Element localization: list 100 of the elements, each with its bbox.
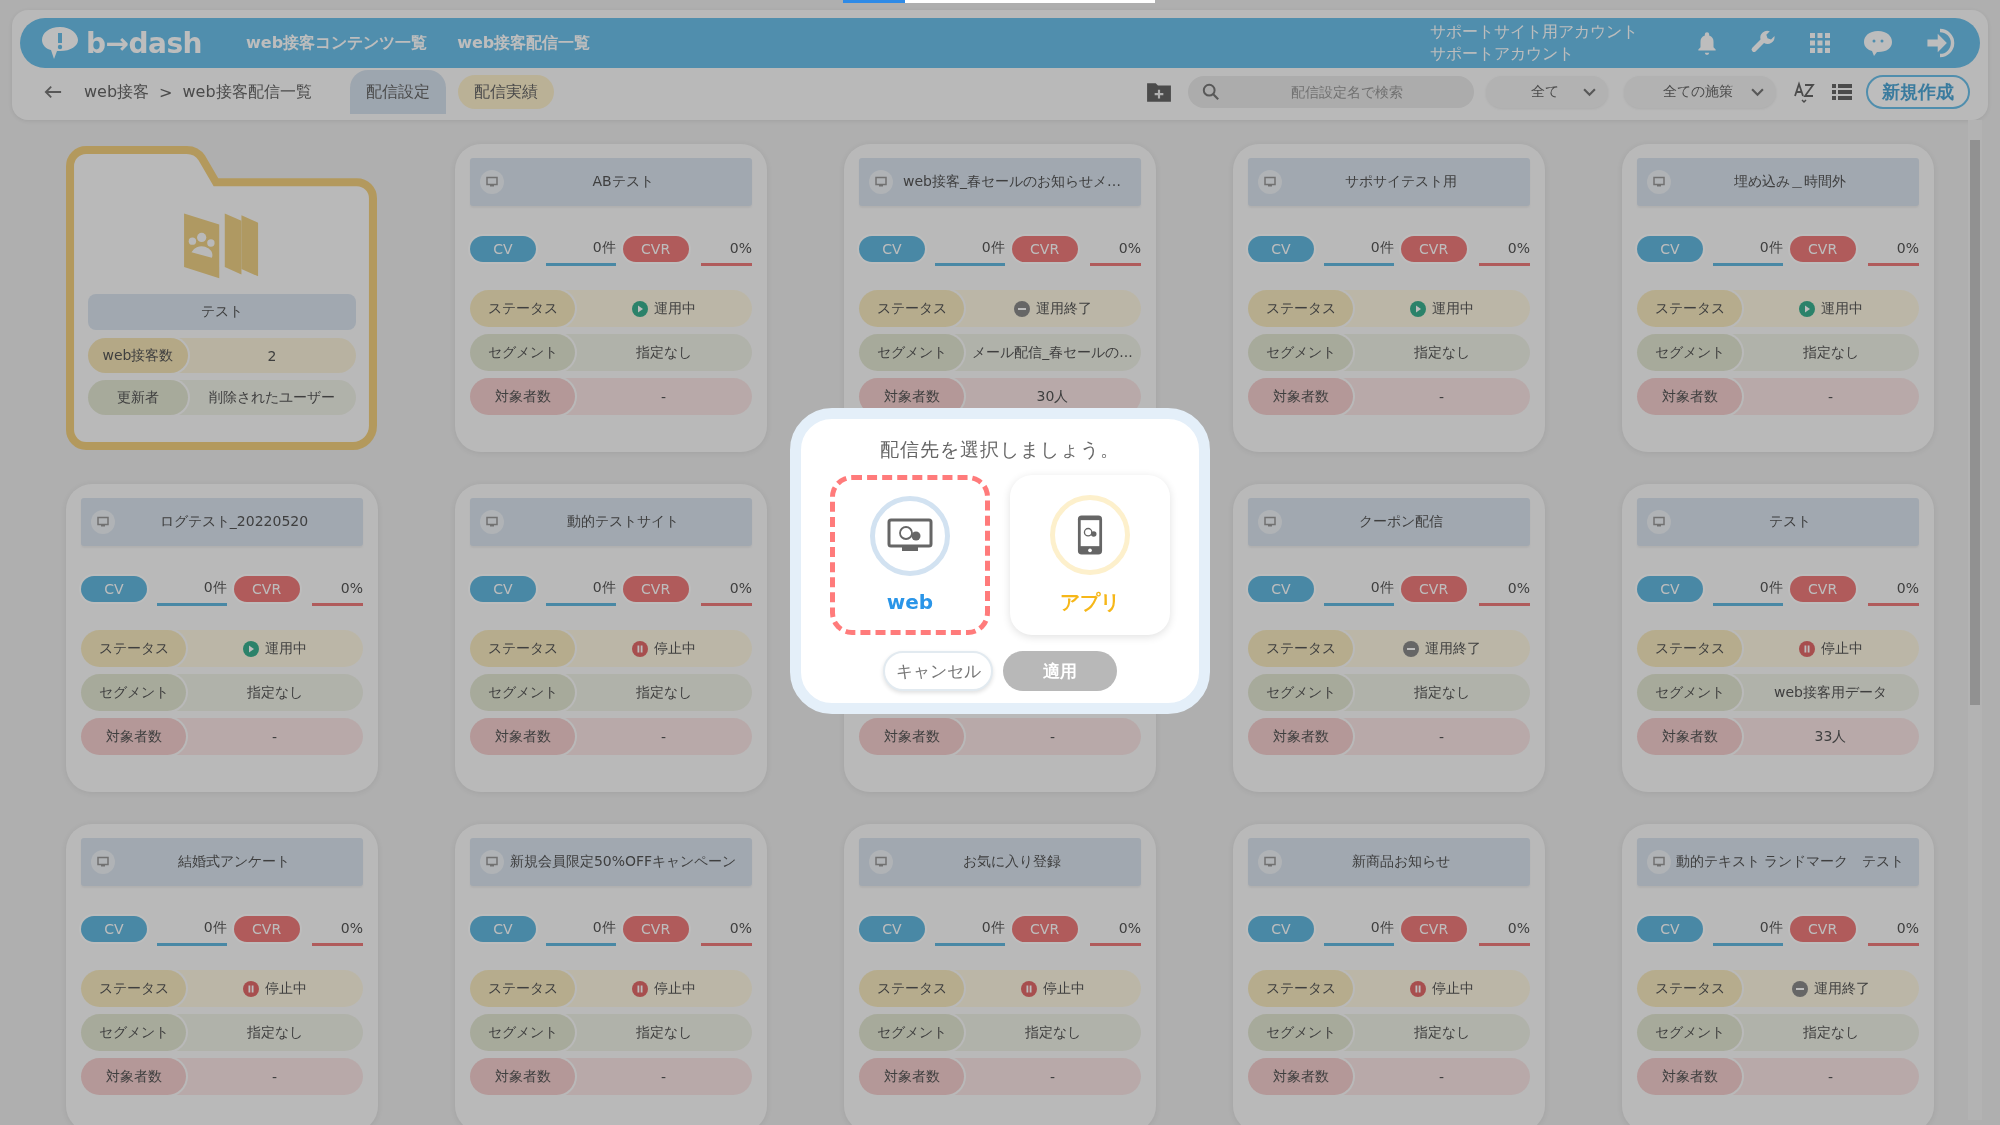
cvr-badge: CVR bbox=[1789, 236, 1856, 262]
cvr-badge: CVR bbox=[233, 916, 300, 942]
cvr-value: 0% bbox=[1478, 572, 1530, 606]
field-label: ステータス bbox=[470, 970, 575, 1007]
status-text: 運用終了 bbox=[1813, 979, 1870, 998]
field-label: セグメント bbox=[470, 674, 575, 711]
cvr-value: 0% bbox=[311, 572, 363, 606]
cv-value: 0件 bbox=[1713, 572, 1783, 606]
field-label: セグメント bbox=[1248, 334, 1353, 371]
status-text: 運用中 bbox=[653, 299, 696, 318]
cvr-value: 0% bbox=[1867, 572, 1919, 606]
field-label: ステータス bbox=[1637, 970, 1742, 1007]
field-value: メール配信_春セールの... bbox=[971, 342, 1134, 362]
card-title: 新規会員限定50%OFFキャンペーン bbox=[508, 853, 738, 871]
cvr-badge: CVR bbox=[1400, 916, 1467, 942]
field-value: 指定なし bbox=[1023, 1022, 1082, 1042]
status-text: 停止中 bbox=[653, 639, 696, 658]
field-label: ステータス bbox=[1637, 630, 1742, 667]
cvr-badge: CVR bbox=[1011, 236, 1078, 262]
field-label: 対象者数 bbox=[81, 718, 186, 755]
cvr-value: 0% bbox=[1867, 232, 1919, 266]
field-value: 指定なし bbox=[634, 1022, 693, 1042]
status-text: 停止中 bbox=[1042, 979, 1085, 998]
cvr-badge: CVR bbox=[622, 236, 689, 262]
status-text: 停止中 bbox=[1431, 979, 1474, 998]
field-label: セグメント bbox=[470, 1014, 575, 1051]
field-label: ステータス bbox=[1637, 290, 1742, 327]
status-text: 停止中 bbox=[264, 979, 307, 998]
card-title: 動的テストサイト bbox=[566, 513, 680, 531]
field-value: - bbox=[1826, 1067, 1835, 1087]
field-label: 対象者数 bbox=[470, 378, 575, 415]
card-title: 結婚式アンケート bbox=[177, 853, 291, 871]
logo-text: b→dash bbox=[86, 26, 203, 60]
cv-value: 0件 bbox=[1324, 572, 1394, 606]
cvr-value: 0% bbox=[700, 912, 752, 946]
field-label: セグメント bbox=[1637, 334, 1742, 371]
field-label: セグメント bbox=[859, 1014, 964, 1051]
field-label: ステータス bbox=[81, 630, 186, 667]
status-text: 運用中 bbox=[1431, 299, 1474, 318]
cvr-badge: CVR bbox=[1789, 576, 1856, 602]
card-title: 新商品お知らせ bbox=[1351, 853, 1451, 871]
card-title: ABテスト bbox=[591, 173, 655, 191]
cvr-value: 0% bbox=[1867, 912, 1919, 946]
card-title: サポサイテスト用 bbox=[1344, 173, 1458, 191]
cvr-value: 0% bbox=[1478, 232, 1530, 266]
cvr-badge: CVR bbox=[1400, 236, 1467, 262]
card-title: お気に入り登録 bbox=[962, 853, 1062, 871]
cvr-badge: CVR bbox=[233, 576, 300, 602]
field-label: 対象者数 bbox=[470, 1058, 575, 1095]
cvr-value: 0% bbox=[1089, 912, 1141, 946]
cvr-badge: CVR bbox=[622, 576, 689, 602]
field-value: - bbox=[1437, 387, 1446, 407]
cv-badge: CV bbox=[81, 916, 147, 942]
field-label: 対象者数 bbox=[859, 1058, 964, 1095]
cv-value: 0件 bbox=[546, 572, 616, 606]
status-text: 運用終了 bbox=[1035, 299, 1092, 318]
field-value: 指定なし bbox=[1412, 342, 1471, 362]
field-label: ステータス bbox=[859, 290, 964, 327]
card-title: ログテスト_20220520 bbox=[158, 513, 310, 531]
cv-badge: CV bbox=[1637, 236, 1703, 262]
field-value: 削除されたユーザー bbox=[208, 387, 336, 407]
folder-name: テスト bbox=[88, 294, 356, 330]
field-label: 対象者数 bbox=[470, 718, 575, 755]
card-title: web接客_春セールのお知らせメ… bbox=[902, 173, 1122, 191]
cv-badge: CV bbox=[859, 236, 925, 262]
field-label: 対象者数 bbox=[1637, 1058, 1742, 1095]
field-label: 対象者数 bbox=[1248, 718, 1353, 755]
field-label: セグメント bbox=[81, 674, 186, 711]
cv-badge: CV bbox=[859, 916, 925, 942]
field-value: 指定なし bbox=[1412, 682, 1471, 702]
status-text: 停止中 bbox=[1820, 639, 1863, 658]
field-label: セグメント bbox=[1637, 1014, 1742, 1051]
cv-value: 0件 bbox=[1324, 232, 1394, 266]
cvr-value: 0% bbox=[700, 572, 752, 606]
field-value: 指定なし bbox=[634, 682, 693, 702]
field-label: 対象者数 bbox=[1248, 1058, 1353, 1095]
field-label: ステータス bbox=[859, 970, 964, 1007]
cv-value: 0件 bbox=[157, 572, 227, 606]
field-value: - bbox=[1048, 1067, 1057, 1087]
field-value: - bbox=[1437, 1067, 1446, 1087]
field-value: 指定なし bbox=[1801, 342, 1860, 362]
cv-value: 0件 bbox=[157, 912, 227, 946]
account-name: サポートサイト用アカウント bbox=[1430, 21, 1638, 43]
cv-value: 0件 bbox=[1713, 912, 1783, 946]
field-value: 指定なし bbox=[1801, 1022, 1860, 1042]
cvr-value: 0% bbox=[1478, 912, 1530, 946]
card-title: 動的テキスト ランドマーク テスト bbox=[1674, 853, 1906, 871]
card-title: テスト bbox=[1768, 513, 1812, 531]
account-name: サポートアカウント bbox=[1430, 43, 1575, 65]
cv-value: 0件 bbox=[935, 912, 1005, 946]
field-label: 更新者 bbox=[88, 380, 188, 415]
field-label: ステータス bbox=[1248, 290, 1353, 327]
cv-badge: CV bbox=[81, 576, 147, 602]
cv-value: 0件 bbox=[546, 232, 616, 266]
cv-value: 0件 bbox=[1324, 912, 1394, 946]
cvr-badge: CVR bbox=[1400, 576, 1467, 602]
field-label: ステータス bbox=[470, 630, 575, 667]
field-label: 対象者数 bbox=[1637, 718, 1742, 755]
field-value: - bbox=[270, 1067, 279, 1087]
field-value: 指定なし bbox=[245, 682, 304, 702]
